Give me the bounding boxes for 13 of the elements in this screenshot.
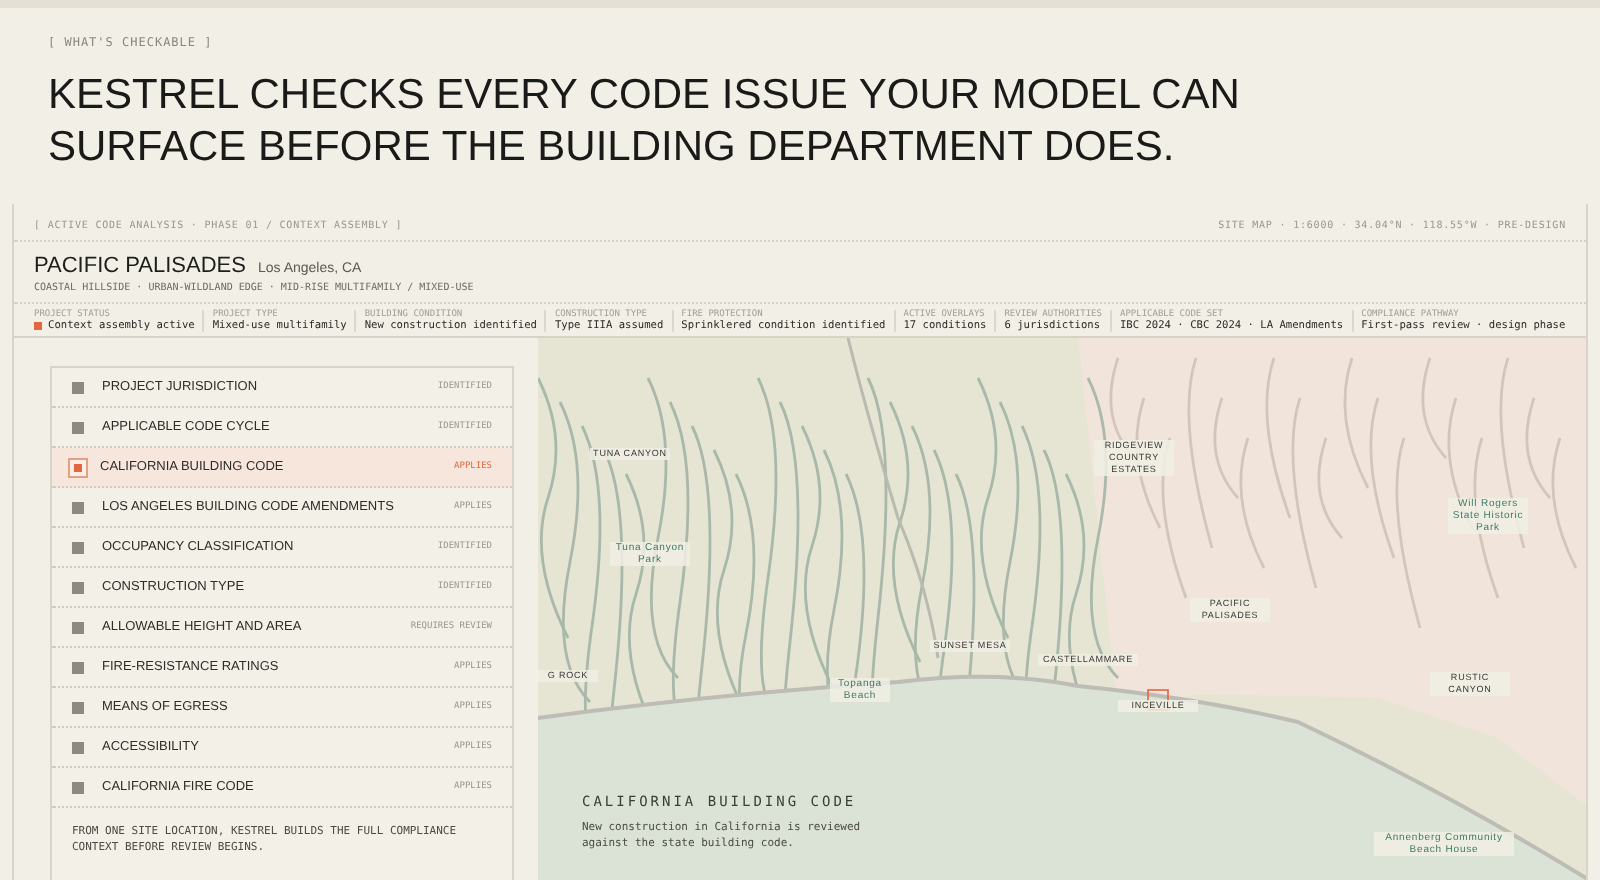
square-icon <box>72 701 84 713</box>
square-icon <box>72 381 84 393</box>
square-icon <box>72 501 84 513</box>
square-icon <box>72 661 84 673</box>
square-icon <box>72 781 84 793</box>
square-icon <box>72 581 84 593</box>
square-icon <box>68 457 88 477</box>
square-icon <box>72 621 84 633</box>
square-icon <box>72 741 84 753</box>
headline: KESTREL CHECKS EVERY CODE ISSUE YOUR MODEL CAN SURFACE BEFORE THE BUILDING DEPARTMENT DOES. <box>48 70 1242 174</box>
square-icon <box>72 421 84 433</box>
site-name: PACIFIC PALISADES <box>34 254 246 278</box>
square-icon <box>72 541 84 553</box>
